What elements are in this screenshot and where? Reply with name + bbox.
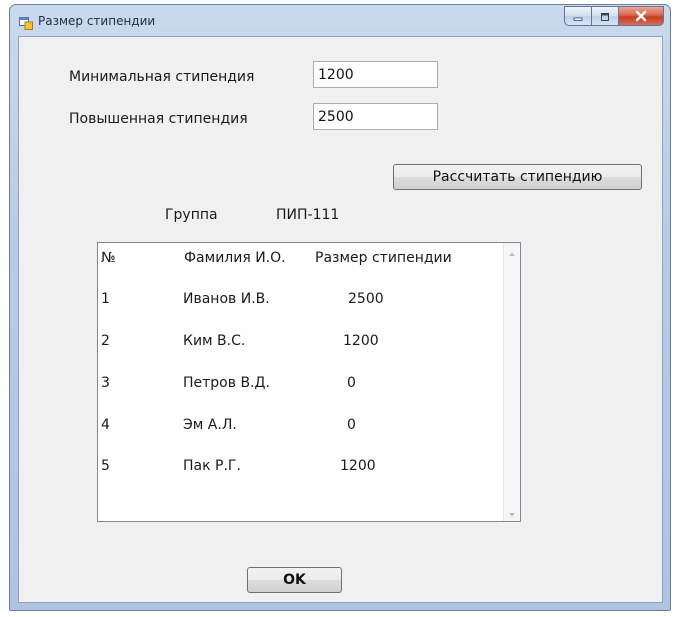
row-stipend-amount: 1200 xyxy=(340,458,376,474)
maximize-button[interactable] xyxy=(591,6,618,26)
row-number: 4 xyxy=(101,417,110,433)
form-app-icon[interactable] xyxy=(19,15,33,30)
list-item[interactable]: 2 Ким В.С. 1200 xyxy=(98,333,498,353)
client-area: Минимальная стипендия Повышенная стипенд… xyxy=(18,36,663,603)
column-header-number: № xyxy=(101,250,116,266)
close-icon xyxy=(634,7,648,26)
title-bar[interactable]: Размер стипендии xyxy=(10,5,670,37)
row-student-name: Иванов И.В. xyxy=(183,291,270,307)
high-stipend-input[interactable] xyxy=(313,103,438,130)
scroll-down-button[interactable] xyxy=(504,504,520,521)
stipend-listbox[interactable]: № Фамилия И.О. Размер стипендии 1 Иванов… xyxy=(97,242,521,522)
list-item[interactable]: 5 Пак Р.Г. 1200 xyxy=(98,458,498,478)
close-button[interactable] xyxy=(618,6,664,26)
window-title: Размер стипендии xyxy=(38,14,156,28)
column-header-name: Фамилия И.О. xyxy=(184,250,286,266)
scroll-down-arrow-icon xyxy=(508,503,516,521)
minimize-button[interactable] xyxy=(564,6,591,26)
row-student-name: Эм А.Л. xyxy=(183,417,237,433)
list-item[interactable]: 1 Иванов И.В. 2500 xyxy=(98,291,498,311)
row-number: 5 xyxy=(101,458,110,474)
row-number: 3 xyxy=(101,375,110,391)
group-label: Группа xyxy=(165,207,218,223)
list-item[interactable]: 4 Эм А.Л. 0 xyxy=(98,417,498,437)
row-number: 1 xyxy=(101,291,110,307)
high-stipend-label: Повышенная стипендия xyxy=(69,111,248,127)
caption-buttons xyxy=(564,6,664,26)
group-value: ПИП-111 xyxy=(276,207,340,223)
row-stipend-amount: 0 xyxy=(347,375,356,391)
min-stipend-label: Минимальная стипендия xyxy=(69,69,255,85)
row-student-name: Пак Р.Г. xyxy=(183,458,241,474)
row-student-name: Петров В.Д. xyxy=(183,375,270,391)
maximize-icon xyxy=(599,7,611,26)
scroll-up-arrow-icon xyxy=(508,243,516,261)
listbox-scrollbar[interactable] xyxy=(503,243,520,521)
column-header-stipend: Размер стипендии xyxy=(315,250,452,266)
row-number: 2 xyxy=(101,333,110,349)
list-item[interactable]: 3 Петров В.Д. 0 xyxy=(98,375,498,395)
row-stipend-amount: 0 xyxy=(347,417,356,433)
ok-button[interactable]: OK xyxy=(247,567,342,593)
minimize-icon xyxy=(572,7,584,26)
app-window: Размер стипендии Минимальная стипендия 1… xyxy=(9,4,671,611)
min-stipend-input[interactable] xyxy=(313,61,438,88)
calculate-stipend-button[interactable]: Рассчитать стипендию xyxy=(393,164,642,190)
scroll-up-button[interactable] xyxy=(504,243,520,260)
row-student-name: Ким В.С. xyxy=(183,333,246,349)
row-stipend-amount: 2500 xyxy=(348,291,384,307)
list-header-row: № Фамилия И.О. Размер стипендии xyxy=(98,250,498,270)
row-stipend-amount: 1200 xyxy=(343,333,379,349)
